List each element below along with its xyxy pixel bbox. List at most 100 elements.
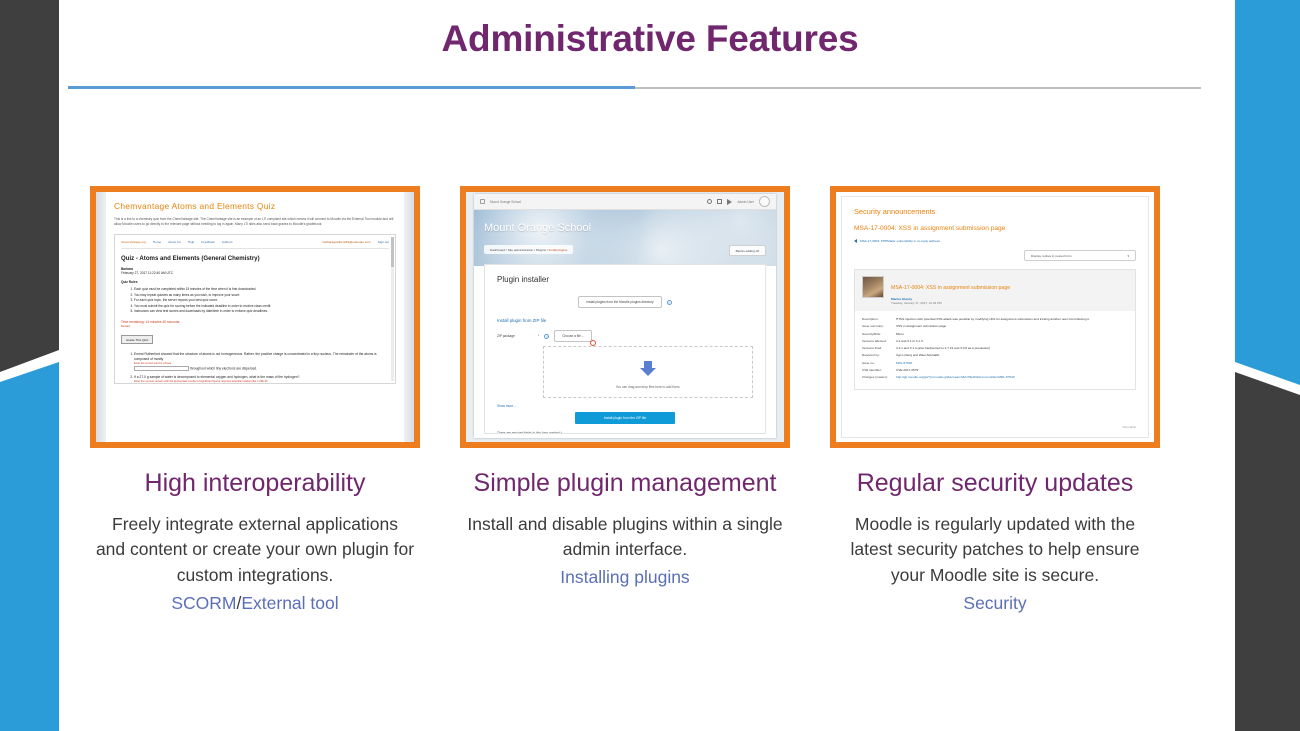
install-from-zip-section-title[interactable]: Install plugin from ZIP file — [497, 318, 753, 323]
breadcrumb: Dashboard / Site administration / Plugin… — [484, 245, 574, 254]
screenshot-frame-quiz[interactable]: Chemvantage Atoms and Elements Quiz This… — [90, 186, 420, 448]
site-title: Mount Orange School — [484, 222, 592, 234]
link-security[interactable]: Security — [963, 593, 1026, 613]
plugin-installer-title: Plugin installer — [497, 275, 550, 284]
detail-key: Description: — [862, 317, 879, 321]
chemvantage-user-email: barbaragardner249@example.com — [322, 239, 371, 244]
page-title: Administrative Features — [441, 18, 859, 59]
messages-icon[interactable] — [727, 198, 733, 205]
page-title-wrapper: Administrative Features — [0, 18, 1300, 61]
detail-value: CVE-2017-2579 — [896, 367, 919, 372]
nav-link-feedback[interactable]: Feedback — [201, 240, 215, 244]
detail-key: Issue no.: — [862, 360, 876, 365]
quiz-embedded-frame: ChemVantage.org Home About Us Help Feedb… — [114, 233, 396, 384]
install-plugin-button[interactable]: Install plugin from the ZIP file — [575, 412, 675, 424]
nav-link-authors[interactable]: Authors — [222, 240, 233, 244]
link-external-tool[interactable]: External tool — [241, 593, 338, 613]
detail-value-link[interactable]: MDL-57540 — [896, 361, 1128, 366]
security-details-table: Description: HTML injection with potenti… — [855, 311, 1135, 389]
blocks-editing-button[interactable]: Blocks editing off — [728, 245, 766, 256]
choose-file-button[interactable]: Choose a file... — [554, 330, 596, 346]
link-scorm[interactable]: SCORM — [171, 593, 236, 613]
table-row: Severity/Risk: Minor — [862, 332, 1128, 337]
detail-value-link[interactable]: http://git.moodle.org/gw?p=moodle.git&a=… — [896, 375, 1128, 380]
display-mode-select[interactable]: Display replies in nested form ▾ — [1024, 250, 1136, 261]
quiz-intro-text: This is a link to a chemistry quiz from … — [114, 217, 394, 226]
avatar[interactable] — [862, 276, 884, 298]
display-mode-row: Display replies in nested form ▾ — [854, 250, 1136, 261]
scrollbar-thumb[interactable] — [391, 236, 394, 267]
grade-quiz-button[interactable]: Grade This Quiz — [121, 335, 154, 345]
install-from-directory-button[interactable]: Install plugins from the Moodle plugins … — [578, 296, 662, 308]
menu-icon[interactable] — [480, 199, 485, 204]
quiz-timestamp: February 27, 2017 11:22:40 AM UTC — [121, 270, 174, 275]
quiz-question: If a 27.0 g sample of water is decompose… — [134, 374, 389, 383]
answer-input[interactable] — [134, 365, 189, 371]
moodle-topbar: Mount Orange School Admin User — [474, 194, 776, 210]
detail-key: Issue summary: — [862, 324, 884, 329]
previous-discussion-link[interactable]: MSA-17-0003: PHPMailer vulnerability in … — [854, 239, 1136, 243]
quiz-question: Ernest Rutherford showed that the struct… — [134, 352, 389, 371]
table-row: CVE identifier: CVE-2017-2579 — [862, 368, 1128, 373]
quiz-rules-heading: Quiz Rules — [121, 279, 138, 284]
detail-value: 3.2 and 3.1 to 3.1.3 — [896, 338, 923, 343]
scrollbar[interactable] — [391, 236, 394, 381]
nav-link-about[interactable]: About Us — [168, 240, 181, 244]
feature-column-security: Security announcements MSA-17-0004: XSS … — [830, 186, 1160, 616]
link-installing-plugins[interactable]: Installing plugins — [560, 567, 689, 587]
show-more-link[interactable]: Show more... — [497, 404, 753, 408]
previous-discussion-label: MSA-17-0003: PHPMailer vulnerability in … — [860, 239, 940, 243]
quiz-rule: Instructors can view test scores and dow… — [134, 309, 389, 315]
site-hero-banner: Mount Orange School Dashboard / Site adm… — [474, 210, 776, 266]
chemvantage-navbar: ChemVantage.org Home About Us Help Feedb… — [121, 240, 389, 249]
table-row: Changes (master): http://git.moodle.org/… — [862, 375, 1128, 380]
breadcrumb-dashboard[interactable]: Dashboard — [490, 248, 505, 252]
search-icon[interactable] — [707, 199, 713, 204]
topbar-site-label: Mount Orange School — [490, 199, 522, 204]
detail-key: CVE identifier: — [862, 367, 882, 372]
forum-post-header: MSA-17-0004: XSS in assignment submissio… — [855, 270, 1135, 311]
detail-key: Changes (master): — [862, 375, 888, 380]
nav-link-home[interactable]: Home — [153, 240, 161, 244]
nav-link-help[interactable]: Help — [188, 240, 194, 244]
help-icon[interactable]: ? — [544, 333, 550, 339]
avatar[interactable] — [759, 196, 770, 207]
feature-column-plugins: Mount Orange School Admin User Mount Ora… — [460, 186, 790, 591]
column-body: Freely integrate external applications a… — [95, 513, 415, 585]
table-row: Issue no.: MDL-57540 — [862, 361, 1128, 366]
table-row: Versions fixed: 3.2.1 and 3.1.4 (also ba… — [862, 346, 1128, 351]
help-icon[interactable]: ? — [666, 299, 672, 305]
required-fields-note: There are required fields in this form m… — [497, 431, 563, 434]
breadcrumb-plugins[interactable]: Plugins — [536, 248, 546, 252]
browser-window: Mount Orange School Admin User Mount Ora… — [474, 194, 776, 438]
chemvantage-brand: ChemVantage.org — [121, 239, 146, 244]
file-dropzone[interactable]: You can drag and drop files here to add … — [543, 346, 753, 398]
security-page: Security announcements MSA-17-0004: XSS … — [841, 196, 1149, 438]
detail-value: Ago Luberg and Wael Abuhaikb — [896, 353, 940, 358]
forum-post-title: MSA-17-0004: XSS in assignment submissio… — [891, 285, 1011, 291]
title-underline — [68, 86, 1201, 89]
table-row: Versions affected: 3.2 and 3.1 to 3.1.3 — [862, 339, 1128, 344]
breadcrumb-site-administration[interactable]: Site administration — [508, 248, 533, 252]
question-text: If a 27.0 g sample of water is decompose… — [134, 374, 300, 379]
language-icon[interactable] — [717, 199, 723, 204]
quiz-timer-restart-link[interactable]: Restart — [121, 324, 389, 328]
permalink-label[interactable]: Permalink — [1123, 425, 1136, 429]
screenshot-quiz: Chemvantage Atoms and Elements Quiz This… — [96, 192, 414, 442]
breadcrumb-install-plugins: Install plugins — [548, 247, 568, 252]
arrow-head — [640, 368, 656, 376]
screenshot-frame-plugin-installer[interactable]: Mount Orange School Admin User Mount Ora… — [460, 186, 790, 448]
screenshot-frame-security[interactable]: Security announcements MSA-17-0004: XSS … — [830, 186, 1160, 448]
question-hint: Enter the numeric answer with the approp… — [134, 379, 268, 383]
display-mode-value: Display replies in nested form — [1031, 253, 1072, 258]
required-marker: * — [538, 334, 540, 338]
detail-key: Severity/Risk: — [862, 331, 881, 336]
choose-file-label: Choose a file... — [562, 334, 584, 338]
sign-out-link[interactable]: Sign out — [378, 240, 389, 244]
quiz-question-list: Ernest Rutherford showed that the struct… — [134, 352, 389, 383]
zip-package-row: ZIP package * ? Choose a file... — [497, 330, 753, 346]
slide-root: Administrative Features Chemvantage Atom… — [0, 0, 1300, 731]
right-edge-decoration — [1180, 0, 1300, 731]
table-row: Reported by: Ago Luberg and Wael Abuhaik… — [862, 353, 1128, 358]
detail-value: XSS in assignment submission page — [896, 324, 947, 329]
